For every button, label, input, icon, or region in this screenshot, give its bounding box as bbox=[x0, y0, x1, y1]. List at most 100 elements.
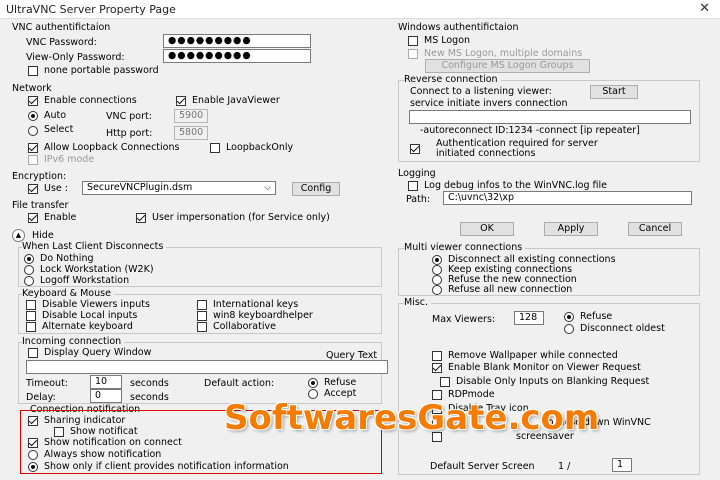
encryption-header: Encryption: bbox=[12, 171, 67, 182]
reverse-host-input[interactable] bbox=[409, 110, 691, 124]
auth-required-checkbox[interactable] bbox=[410, 144, 420, 154]
none-portable-checkbox[interactable] bbox=[28, 66, 38, 76]
collaborative-checkbox[interactable] bbox=[197, 322, 207, 332]
viewonly-password-input[interactable]: ●●●●●●●●● bbox=[163, 49, 311, 63]
disconnect-all-radio[interactable] bbox=[432, 255, 442, 265]
disable-only-inputs-checkbox[interactable] bbox=[440, 377, 450, 387]
watermark-logo: SoftwaresGate.com bbox=[224, 398, 600, 438]
default-action-label: Default action: bbox=[204, 378, 275, 389]
disable-viewers-inputs-checkbox[interactable] bbox=[26, 300, 36, 310]
win8-helper-checkbox[interactable] bbox=[197, 311, 207, 321]
enable-blank-checkbox[interactable] bbox=[432, 363, 442, 373]
do-nothing-radio[interactable] bbox=[24, 254, 34, 264]
vnc-port-input[interactable]: 5900 bbox=[174, 109, 208, 123]
vnc-port-label: VNC port: bbox=[106, 111, 152, 122]
windows-auth-header: Windows authentifictaion bbox=[398, 22, 519, 33]
refuse-new-radio[interactable] bbox=[432, 275, 442, 285]
collaborative-label: Collaborative bbox=[213, 321, 276, 332]
alternate-keyboard-label: Alternate keyboard bbox=[42, 321, 133, 332]
port-select-radio[interactable] bbox=[28, 126, 38, 136]
incoming-header: Incoming connection bbox=[22, 336, 125, 347]
query-text-input[interactable] bbox=[26, 360, 388, 374]
win8-helper-label: win8 keyboardhelper bbox=[213, 310, 313, 321]
configure-ms-logon-button[interactable]: Configure MS Logon Groups bbox=[425, 59, 590, 73]
delay-input[interactable]: 0 bbox=[90, 389, 122, 403]
misc-header: Misc. bbox=[404, 297, 432, 308]
encryption-plugin-select[interactable]: SecureVNCPlugin.dsm ⌵ bbox=[82, 181, 276, 195]
delay-unit: seconds bbox=[130, 392, 169, 403]
disconnect-oldest-radio[interactable] bbox=[564, 324, 574, 334]
max-refuse-radio[interactable] bbox=[564, 312, 574, 322]
max-viewers-input[interactable]: 128 bbox=[514, 311, 544, 325]
log-debug-checkbox[interactable] bbox=[408, 181, 418, 191]
hide-label[interactable]: Hide bbox=[32, 230, 54, 241]
disable-local-inputs-checkbox[interactable] bbox=[26, 311, 36, 321]
http-port-label: Http port: bbox=[106, 128, 153, 139]
display-query-window-label: Display Query Window bbox=[44, 347, 152, 358]
delay-label: Delay: bbox=[26, 392, 56, 403]
allow-loopback-checkbox[interactable] bbox=[28, 143, 38, 153]
international-keys-checkbox[interactable] bbox=[197, 300, 207, 310]
log-debug-label: Log debug infos to the WinVNC.log file bbox=[424, 180, 607, 191]
viewonly-password-label: View-Only Password: bbox=[26, 52, 125, 63]
enable-connections-label: Enable connections bbox=[44, 95, 137, 106]
http-port-input[interactable]: 5800 bbox=[174, 126, 208, 140]
file-transfer-enable-checkbox[interactable] bbox=[28, 213, 38, 223]
port-select-label: Select bbox=[44, 124, 74, 135]
timeout-input[interactable]: 10 bbox=[90, 375, 122, 389]
logoff-workstation-label: Logoff Workstation bbox=[40, 275, 130, 286]
loopback-only-label: LoopbackOnly bbox=[226, 142, 294, 153]
autoreconnect-hint: -autoreconnect ID:1234 -connect [ip repe… bbox=[420, 125, 640, 136]
enable-blank-label: Enable Blank Monitor on Viewer Request bbox=[448, 362, 641, 373]
default-screen-input[interactable]: 1 bbox=[612, 458, 632, 472]
do-nothing-label: Do Nothing bbox=[40, 253, 94, 264]
reverse-header: Reverse connection bbox=[404, 74, 501, 85]
encryption-use-checkbox[interactable] bbox=[28, 184, 38, 194]
port-auto-radio[interactable] bbox=[28, 111, 38, 121]
refuse-all-label: Refuse all new connection bbox=[448, 284, 573, 295]
reverse-start-button[interactable]: Start bbox=[590, 85, 638, 99]
new-ms-logon-checkbox[interactable] bbox=[408, 49, 418, 59]
ok-button[interactable]: OK bbox=[460, 222, 514, 236]
keyboard-mouse-header: Keyboard & Mouse bbox=[22, 288, 114, 299]
max-refuse-label: Refuse bbox=[580, 311, 613, 322]
display-query-window-checkbox[interactable] bbox=[28, 348, 38, 358]
vnc-password-label: VNC Password: bbox=[26, 37, 97, 48]
ipv6-checkbox[interactable] bbox=[28, 155, 38, 165]
file-transfer-enable-label: Enable bbox=[44, 212, 77, 223]
loopback-only-checkbox[interactable] bbox=[210, 143, 220, 153]
close-icon[interactable]: ✕ bbox=[699, 1, 710, 16]
file-transfer-header: File transfer bbox=[12, 200, 69, 211]
disable-viewers-inputs-label: Disable Viewers inputs bbox=[42, 299, 150, 310]
none-portable-label: none portable password bbox=[44, 65, 159, 76]
window-title: UltraVNC Server Property Page bbox=[6, 3, 176, 16]
keep-existing-radio[interactable] bbox=[432, 265, 442, 275]
refuse-all-radio[interactable] bbox=[432, 285, 442, 295]
alternate-keyboard-checkbox[interactable] bbox=[26, 322, 36, 332]
default-refuse-radio[interactable] bbox=[308, 378, 318, 388]
log-path-label: Path: bbox=[406, 194, 431, 205]
cancel-button[interactable]: Cancel bbox=[628, 222, 682, 236]
ms-logon-checkbox[interactable] bbox=[408, 36, 418, 46]
timeout-unit: seconds bbox=[130, 378, 169, 389]
logoff-workstation-radio[interactable] bbox=[24, 276, 34, 286]
allow-loopback-label: Allow Loopback Connections bbox=[44, 142, 180, 153]
enable-connections-checkbox[interactable] bbox=[28, 96, 38, 106]
ipv6-label: IPv6 mode bbox=[44, 154, 95, 165]
encryption-config-button[interactable]: Config bbox=[292, 182, 340, 196]
vnc-password-input[interactable]: ●●●●●●●●● bbox=[163, 34, 311, 48]
connect-listening-label: Connect to a listening viewer: bbox=[410, 86, 552, 97]
encryption-plugin-value: SecureVNCPlugin.dsm bbox=[87, 182, 193, 193]
user-impersonation-label: User impersonation (for Service only) bbox=[152, 212, 330, 223]
ms-logon-label: MS Logon bbox=[424, 35, 471, 46]
user-impersonation-checkbox[interactable] bbox=[136, 213, 146, 223]
apply-button[interactable]: Apply bbox=[544, 222, 598, 236]
vnc-auth-header: VNC authentifictaion bbox=[12, 22, 111, 33]
lock-workstation-radio[interactable] bbox=[24, 265, 34, 275]
chevron-down-icon: ⌵ bbox=[264, 183, 271, 193]
timeout-label: Timeout: bbox=[26, 378, 69, 389]
log-path-input[interactable]: C:\uvnc\32\xp bbox=[443, 191, 692, 205]
auth-required-label: Authentication required for server initi… bbox=[436, 138, 598, 159]
enable-javaviewer-checkbox[interactable] bbox=[176, 96, 186, 106]
remove-wallpaper-checkbox[interactable] bbox=[432, 351, 442, 361]
